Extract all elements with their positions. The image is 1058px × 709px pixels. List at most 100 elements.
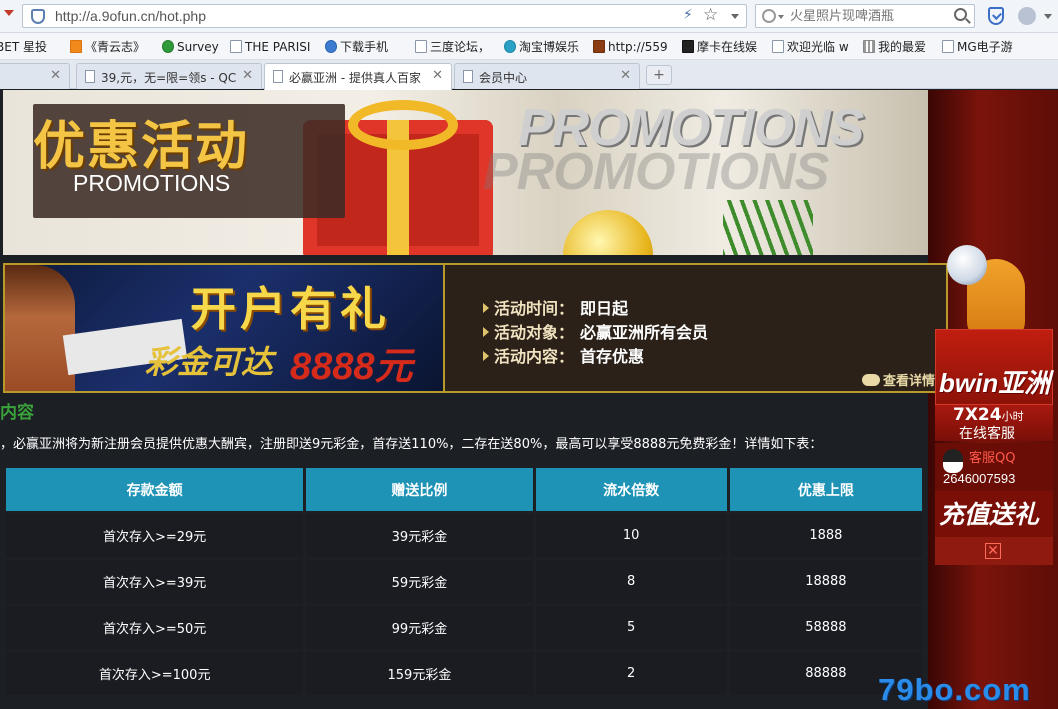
bookmark-label: MG电子游 [957, 40, 1013, 54]
banner-divider [443, 265, 445, 391]
security-shield-icon [31, 9, 45, 24]
view-detail-link[interactable]: 查看详情 [862, 370, 935, 389]
close-tab-icon[interactable]: ✕ [242, 68, 253, 83]
url-field[interactable]: http://a.9ofun.cn/hot.php ⚡ ☆ [22, 4, 747, 28]
toolbar-menu-arrow-icon[interactable] [1044, 14, 1052, 19]
search-box[interactable] [755, 4, 975, 28]
table-cell: 99元彩金 [306, 606, 533, 649]
bookmark-label: 三度论坛， [430, 40, 491, 54]
browser-menu-arrow-icon[interactable] [4, 10, 14, 16]
tab-label: 必赢亚洲 - 提供真人百家 [289, 71, 421, 85]
table-cell: 首次存入>=29元 [6, 514, 304, 557]
bookmark-item[interactable]: 欢迎光临 w [772, 39, 849, 55]
table-cell: 2 [535, 652, 727, 695]
bookmark-item[interactable]: 我的最爱 [863, 39, 926, 55]
bookmark-item[interactable]: BET 星投 [0, 39, 47, 55]
banner-image: 开户有礼 彩金可达 8888元 [5, 265, 443, 391]
service-hours-unit: 小时 [1001, 410, 1024, 423]
table-cell: 首次存入>=50元 [6, 606, 304, 649]
bookmark-folder-icon [863, 40, 875, 53]
message-icon[interactable] [1018, 7, 1036, 25]
ornament-image [563, 210, 653, 255]
recharge-gift-link[interactable]: 充值送礼 [939, 495, 1039, 531]
hero-promo-text: PROMOTIONS [518, 99, 864, 157]
table-row: 首次存入>=29元 39元彩金 10 1888 [6, 514, 922, 557]
bullet-arrow-icon [483, 327, 489, 337]
bookmark-label: BET 星投 [0, 40, 47, 54]
info-row-target: 活动对象： 必赢亚洲所有会员 [483, 319, 708, 343]
bookmark-item[interactable]: http://559 [593, 39, 668, 55]
tab-2-active[interactable]: 必赢亚洲 - 提供真人百家 ✕ [264, 63, 452, 90]
page-icon [85, 70, 95, 83]
chat-bubble-icon [862, 374, 880, 386]
bookmark-orange-icon [70, 40, 82, 53]
bookmark-star-icon[interactable]: ☆ [703, 5, 718, 25]
tab-3[interactable]: 会员中心 ✕ [454, 63, 640, 89]
close-tab-icon[interactable]: ✕ [620, 68, 631, 83]
tab-hidden-left[interactable]: ✕ [0, 63, 70, 89]
promo-table: 存款金额 赠送比例 流水倍数 优惠上限 首次存入>=29元 39元彩金 10 1… [3, 465, 925, 698]
tab-1[interactable]: 39,元，无=限=领s - QC ✕ [76, 63, 262, 89]
bookmark-label: 摩卡在线娱 [697, 40, 758, 54]
bookmarks-bar: BET 星投 《青云志》 Survey THE PARISI 下载手机 三度论坛… [0, 33, 1058, 60]
hero-title: 优惠活动 [33, 116, 250, 177]
bookmark-item[interactable]: MG电子游 [942, 39, 1013, 55]
banner-amount-label: 彩金可达 [145, 343, 274, 381]
info-row-time: 活动时间： 即日起 [483, 295, 628, 319]
address-bar: http://a.9ofun.cn/hot.php ⚡ ☆ [0, 0, 1058, 33]
table-cell: 159元彩金 [306, 652, 533, 695]
intro-text: ，必赢亚洲将为新注册会员提供优惠大酬宾，注册即送9元彩金，首存送110%，二存在… [0, 437, 823, 452]
new-tab-button[interactable]: + [646, 65, 672, 85]
security-guard-icon[interactable] [988, 7, 1004, 25]
bookmark-label: 下载手机 [340, 40, 389, 54]
bookmark-blue-icon [325, 40, 337, 53]
info-value: 首存优惠 [580, 347, 645, 366]
model-image [5, 265, 75, 391]
mascot-image [947, 245, 1025, 341]
column-header: 存款金额 [6, 468, 304, 511]
bookmark-label: 淘宝博娱乐 [519, 40, 580, 54]
bookmark-item[interactable]: 三度论坛， [415, 39, 490, 55]
url-dropdown-arrow-icon[interactable] [731, 14, 739, 19]
soccer-ball-icon [947, 245, 987, 285]
page-icon [230, 40, 242, 53]
bookmark-item[interactable]: 《青云志》 [70, 39, 145, 55]
speed-mode-icon[interactable]: ⚡ [683, 7, 693, 23]
search-input[interactable] [790, 7, 940, 25]
close-icon[interactable]: ✕ [985, 543, 1001, 559]
info-value: 必赢亚洲所有会员 [580, 323, 709, 342]
hero-subtitle: PROMOTIONS [73, 170, 231, 196]
table-cell: 10 [535, 514, 727, 557]
bookmark-item[interactable]: THE PARISI [230, 39, 310, 55]
section-title: 内容 [0, 403, 34, 423]
close-tab-icon[interactable]: ✕ [432, 68, 443, 83]
engine-dropdown-arrow-icon[interactable] [778, 15, 784, 19]
table-cell: 18888 [729, 560, 922, 603]
bookmark-item[interactable]: 下载手机 [325, 39, 388, 55]
web-page: PROMOTIONS PROMOTIONS 优惠活动 PROMOTIONS 开户… [0, 90, 1058, 709]
bookmark-item[interactable]: Survey [162, 39, 219, 55]
floating-service-widget[interactable]: bwin亚洲 7X24小时 在线客服 客服QQ 2646007593 充值送礼 … [935, 245, 1053, 565]
bookmark-item[interactable]: 淘宝博娱乐 [504, 39, 579, 55]
bullet-arrow-icon [483, 351, 489, 361]
online-service-link[interactable]: 在线客服 [959, 423, 1015, 443]
gift-bow-image [348, 100, 458, 150]
service-hours: 7X24小时 [953, 405, 1024, 425]
grass-image [723, 200, 813, 255]
bookmark-label: Survey [177, 40, 219, 54]
url-text[interactable]: http://a.9ofun.cn/hot.php [55, 8, 206, 24]
bookmark-black-icon [682, 40, 694, 53]
column-header: 赠送比例 [306, 468, 533, 511]
tab-label: 会员中心 [479, 71, 528, 85]
info-row-content: 活动内容： 首存优惠 [483, 343, 644, 367]
qq-label[interactable]: 客服QQ [969, 447, 1015, 466]
search-engine-icon[interactable] [762, 9, 776, 23]
qq-number[interactable]: 2646007593 [943, 471, 1015, 486]
page-icon [463, 70, 473, 83]
column-header: 流水倍数 [535, 468, 727, 511]
table-cell: 8 [535, 560, 727, 603]
close-tab-icon[interactable]: ✕ [50, 68, 61, 83]
search-icon[interactable] [954, 8, 967, 21]
bookmark-item[interactable]: 摩卡在线娱 [682, 39, 757, 55]
promo-banner[interactable]: 开户有礼 彩金可达 8888元 活动时间： 即日起 活动对象： 必赢亚洲所有会员 活… [3, 263, 948, 393]
